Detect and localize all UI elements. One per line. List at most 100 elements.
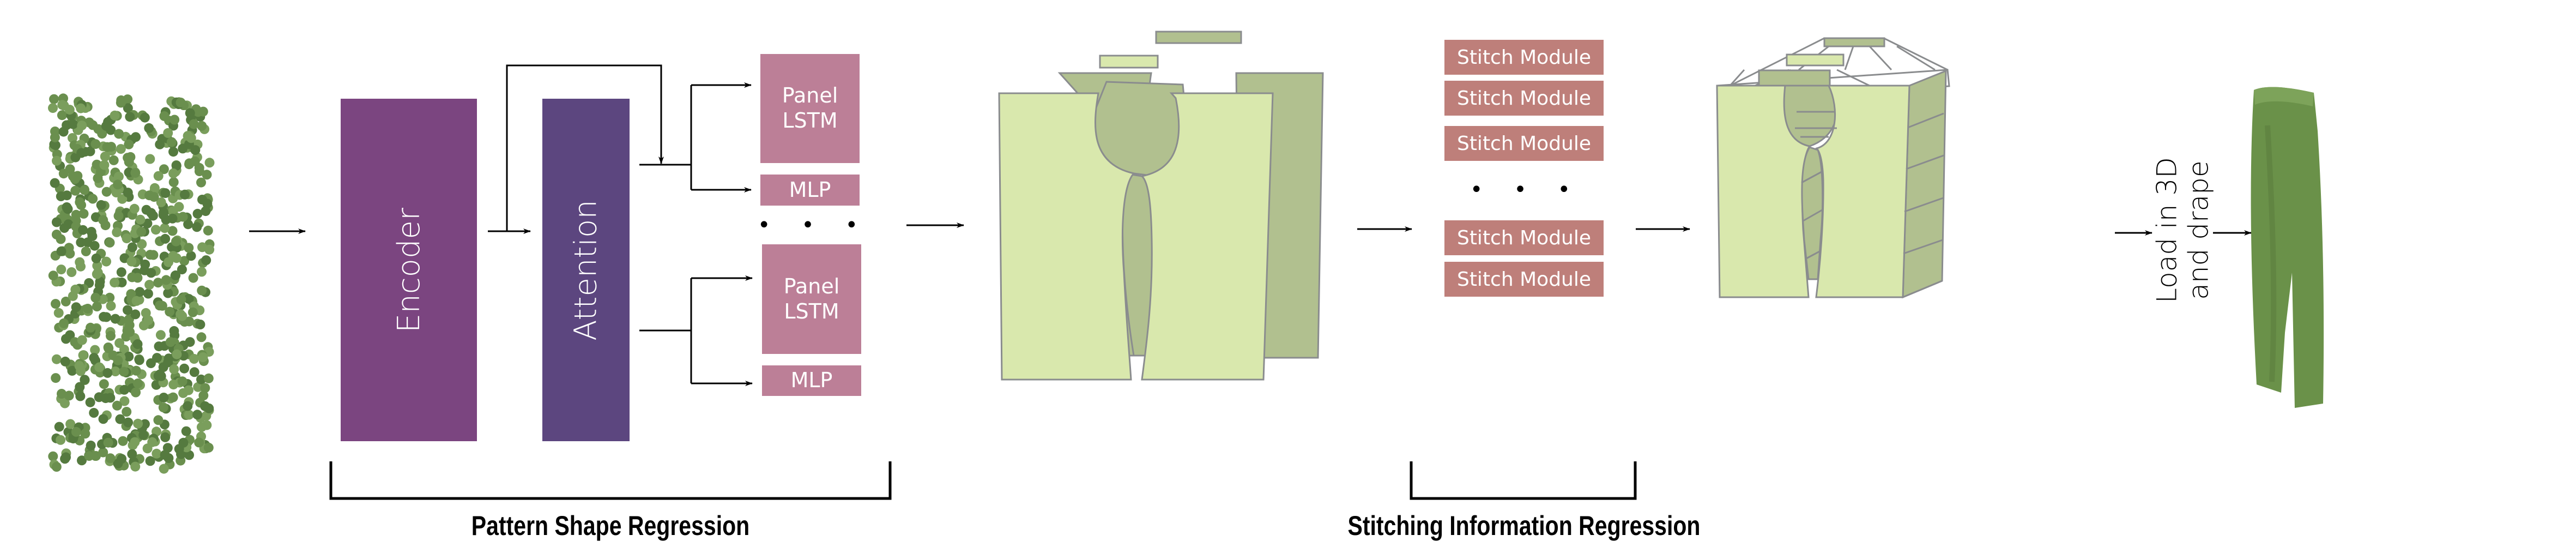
point-cloud-point xyxy=(202,170,212,180)
point-cloud-point xyxy=(123,188,133,198)
stitch-module-label: Stitch Module xyxy=(1456,226,1592,249)
point-cloud-point xyxy=(181,426,191,436)
point-cloud-point xyxy=(122,407,132,417)
point-cloud-point xyxy=(195,320,205,329)
point-cloud-point xyxy=(204,403,214,413)
point-cloud-point xyxy=(149,192,159,202)
point-cloud-point xyxy=(180,189,190,200)
point-cloud-point xyxy=(129,203,140,214)
point-cloud-point xyxy=(155,330,166,340)
point-cloud-point xyxy=(178,143,188,154)
point-cloud-point xyxy=(183,385,193,395)
point-cloud-point xyxy=(153,371,164,381)
point-cloud-point xyxy=(140,112,150,123)
point-cloud-point xyxy=(82,304,93,314)
point-cloud-point xyxy=(52,155,62,166)
mlp-label: MLP xyxy=(790,368,833,393)
point-cloud-point xyxy=(66,267,77,277)
mlp-block-1: MLP xyxy=(760,175,860,206)
point-cloud-point xyxy=(78,350,88,360)
point-cloud-point xyxy=(131,365,141,376)
point-cloud-point xyxy=(159,464,169,474)
point-cloud-point xyxy=(113,211,124,221)
point-cloud-point xyxy=(80,375,90,385)
point-cloud-point xyxy=(116,267,126,278)
point-cloud-point xyxy=(57,389,66,399)
point-cloud-point xyxy=(94,392,104,402)
point-cloud-point xyxy=(184,410,194,420)
point-cloud-point xyxy=(172,349,182,359)
point-cloud-point xyxy=(61,452,71,462)
point-cloud-point xyxy=(85,397,95,407)
point-cloud-point xyxy=(74,360,84,371)
point-cloud-point xyxy=(148,211,158,221)
point-cloud-point xyxy=(161,214,171,225)
point-cloud-point xyxy=(70,185,81,196)
point-cloud-point xyxy=(80,429,90,439)
point-cloud-point xyxy=(203,225,213,236)
point-cloud-point xyxy=(101,121,111,131)
stitch-module-2: Stitch Module xyxy=(1444,81,1604,116)
stitched-back-top xyxy=(1758,69,1831,87)
point-cloud-point xyxy=(133,378,143,388)
point-cloud-point xyxy=(91,253,101,263)
point-cloud-point xyxy=(183,131,193,141)
point-cloud-point xyxy=(192,410,203,420)
point-cloud-point xyxy=(135,214,146,225)
point-cloud-point xyxy=(168,251,178,261)
point-cloud-point xyxy=(190,145,201,155)
point-cloud-point xyxy=(125,112,135,122)
point-cloud-point xyxy=(188,307,198,317)
point-cloud-point xyxy=(153,415,164,425)
point-cloud-point xyxy=(130,168,141,178)
point-cloud-point xyxy=(100,152,110,161)
encoder-block: Encoder xyxy=(341,99,477,441)
sewing-pattern-panels xyxy=(998,31,1324,381)
point-cloud-point xyxy=(176,294,186,305)
point-cloud-point xyxy=(61,334,71,344)
point-cloud-point xyxy=(168,168,178,178)
point-cloud-point xyxy=(134,355,144,365)
point-cloud-point xyxy=(160,450,170,460)
point-cloud-point xyxy=(160,233,171,244)
point-cloud-point xyxy=(102,368,113,378)
point-cloud-point xyxy=(92,302,102,311)
point-cloud-point xyxy=(152,448,162,459)
point-cloud-point xyxy=(77,121,87,130)
point-cloud-point xyxy=(72,171,83,181)
point-cloud-point xyxy=(78,208,89,219)
point-cloud-point xyxy=(169,364,179,375)
point-cloud-point xyxy=(48,271,58,281)
point-cloud-image xyxy=(48,93,215,474)
point-cloud-point xyxy=(170,115,180,125)
point-cloud-point xyxy=(178,212,188,222)
point-cloud-point xyxy=(50,178,60,188)
stitched-waistband-back xyxy=(1823,37,1885,47)
point-cloud-point xyxy=(204,158,215,168)
point-cloud-point xyxy=(117,454,127,464)
point-cloud-point xyxy=(203,373,214,383)
point-cloud-point xyxy=(176,98,186,107)
point-cloud-point xyxy=(51,373,61,383)
point-cloud-point xyxy=(86,322,95,333)
attention-label: Attention xyxy=(568,199,604,341)
point-cloud-point xyxy=(132,339,143,349)
point-cloud-point xyxy=(144,280,155,290)
point-cloud-point xyxy=(76,103,86,113)
point-cloud-point xyxy=(82,237,93,248)
point-cloud-point xyxy=(159,393,169,402)
point-cloud-point xyxy=(106,142,116,152)
point-cloud-point xyxy=(168,392,178,402)
point-cloud-point xyxy=(119,366,129,377)
point-cloud-point xyxy=(101,256,111,267)
point-cloud-point xyxy=(56,265,66,275)
stitch-module-label: Stitch Module xyxy=(1456,132,1592,155)
point-cloud-point xyxy=(71,426,81,437)
point-cloud-point xyxy=(168,177,179,187)
point-cloud-point xyxy=(99,379,109,389)
point-cloud-point xyxy=(171,270,181,280)
bracket-stitching-info xyxy=(1410,461,1637,500)
waistband-front xyxy=(1099,55,1159,69)
point-cloud-point xyxy=(96,200,106,210)
point-cloud-point xyxy=(160,223,170,233)
